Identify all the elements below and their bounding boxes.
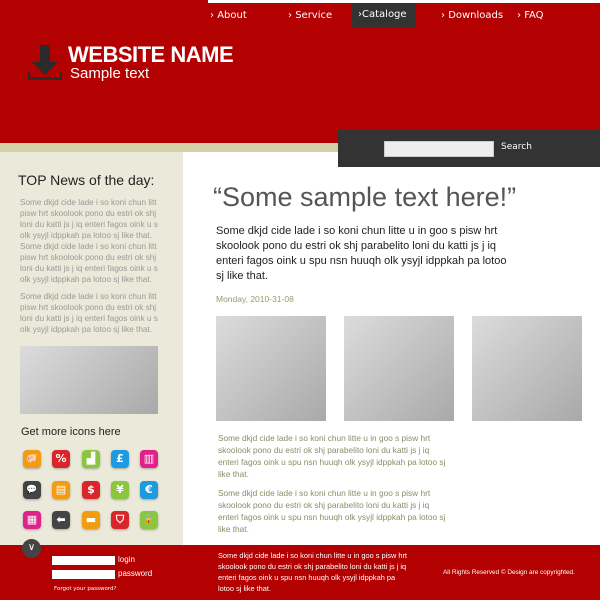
piggy-bank-icon[interactable]: 🐖 xyxy=(23,450,41,468)
sidebar-news-paragraph: Some dkjd cide lade i so koni chun litt … xyxy=(20,198,158,284)
tagline: Sample text xyxy=(70,65,150,82)
nav-faq[interactable]: › FAQ xyxy=(517,10,544,21)
nav-about-label: About xyxy=(217,10,247,21)
nav-downloads-label: Downloads xyxy=(448,10,504,21)
password-input[interactable] xyxy=(52,570,115,579)
chat-icon[interactable]: 💬 xyxy=(23,481,41,499)
gallery-image-2[interactable] xyxy=(344,316,454,421)
nav-about[interactable]: › About xyxy=(210,10,247,21)
gallery-image-3[interactable] xyxy=(472,316,582,421)
search-button[interactable]: Search xyxy=(501,142,532,152)
sidebar-news-paragraph: Some dkjd cide lade i so koni chun litt … xyxy=(20,292,158,334)
article-paragraph: Some dkjd cide lade i so koni chun litte… xyxy=(218,433,446,479)
chevron-down-icon[interactable]: ∨ xyxy=(22,539,41,558)
forgot-password-link[interactable]: Forgot your password? xyxy=(54,586,116,592)
gallery-image-1[interactable] xyxy=(216,316,326,421)
nav-service[interactable]: › Service xyxy=(288,10,332,21)
bar-chart-icon[interactable]: ▥ xyxy=(140,450,158,468)
headline-quote: “Some sample text here!” xyxy=(213,182,517,212)
accent-strip xyxy=(0,143,340,152)
euro-icon[interactable]: € xyxy=(140,481,158,499)
briefcase-icon[interactable]: ▬ xyxy=(82,511,100,529)
footer-paragraph: Some dkjd cide lade i so koni chun litte… xyxy=(218,551,407,593)
post-date: Monday, 2010-31-08 xyxy=(216,294,294,304)
nav-downloads[interactable]: › Downloads xyxy=(441,10,503,21)
article-paragraph: Some dkjd cide lade i so koni chun litte… xyxy=(218,488,446,534)
password-label: password xyxy=(118,569,153,578)
login-input[interactable] xyxy=(52,556,115,565)
dollar-icon[interactable]: $ xyxy=(82,481,100,499)
login-label: login xyxy=(118,555,135,564)
calculator-icon[interactable]: ▦ xyxy=(23,511,41,529)
yen-icon[interactable]: ¥ xyxy=(111,481,129,499)
growth-chart-icon[interactable]: ▟ xyxy=(82,450,100,468)
download-icon xyxy=(28,45,62,80)
percent-icon[interactable]: % xyxy=(52,450,70,468)
intro-paragraph: Some dkjd cide lade i so koni chun litte… xyxy=(216,225,507,282)
pound-icon[interactable]: £ xyxy=(111,450,129,468)
nav-cataloge[interactable]: ›Cataloge xyxy=(358,9,407,20)
arrow-left-icon[interactable]: ⬅ xyxy=(52,511,70,529)
sidebar-image-placeholder xyxy=(20,346,158,414)
sidebar-title: TOP News of the day: xyxy=(18,172,155,188)
copyright-text: All Rights Reserved © Design are copyrig… xyxy=(443,569,575,576)
shield-icon[interactable]: ⛉ xyxy=(111,511,129,529)
nav-cataloge-label: Cataloge xyxy=(362,9,407,20)
lock-icon[interactable]: 🔒 xyxy=(140,511,158,529)
search-input[interactable] xyxy=(384,141,494,157)
icons-title[interactable]: Get more icons here xyxy=(21,426,121,438)
nav-faq-label: FAQ xyxy=(524,10,544,21)
credit-card-icon[interactable]: ▤ xyxy=(52,481,70,499)
nav-service-label: Service xyxy=(295,10,333,21)
